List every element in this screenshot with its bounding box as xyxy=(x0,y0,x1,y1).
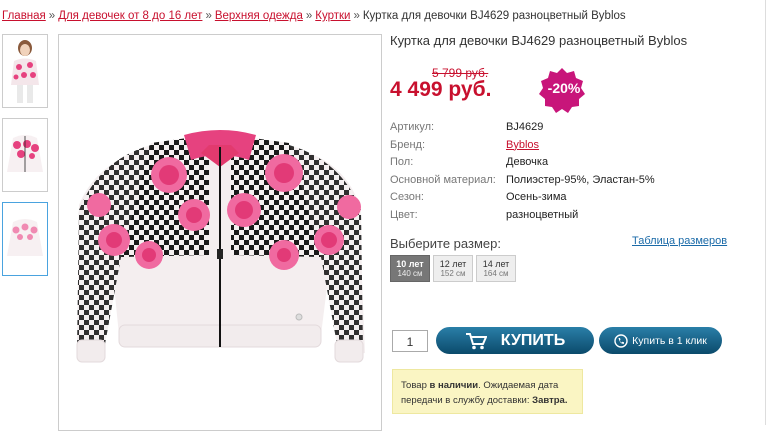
one-click-buy-button[interactable]: Купить в 1 клик xyxy=(599,327,722,354)
size-height: 164 см xyxy=(483,269,509,278)
size-option-14[interactable]: 14 лет 164 см xyxy=(476,255,516,282)
spec-row-season: Сезон: Осень-зима xyxy=(390,191,655,209)
breadcrumb-separator: » xyxy=(353,10,360,22)
product-specs: Артикул: BJ4629 Бренд: Byblos Пол: Девоч… xyxy=(390,121,655,226)
spec-label: Сезон: xyxy=(390,191,424,203)
spec-value: Девочка xyxy=(506,156,549,168)
right-border xyxy=(765,0,766,425)
buy-label: КУПИТЬ xyxy=(500,331,566,349)
breadcrumb: Главная» Для девочек от 8 до 16 лет» Верхн… xyxy=(2,10,626,22)
breadcrumb-separator: » xyxy=(205,10,212,22)
spec-row-material: Основной материал: Полиэстер-95%, Эласта… xyxy=(390,174,655,192)
brand-link[interactable]: Byblos xyxy=(506,139,539,157)
size-label: 10 лет xyxy=(396,259,424,269)
size-height: 152 см xyxy=(440,269,466,278)
delivery-date: Завтра. xyxy=(532,395,568,406)
size-options: 10 лет 140 см 12 лет 152 см 14 лет 164 с… xyxy=(390,255,516,282)
thumbnail-jacket-front[interactable] xyxy=(2,118,48,192)
size-selector-title: Выберите размер: xyxy=(390,236,501,251)
spec-row-article: Артикул: BJ4629 xyxy=(390,121,655,139)
spec-row-brand: Бренд: Byblos xyxy=(390,139,655,157)
size-height: 140 см xyxy=(397,269,423,278)
thumbnail-list xyxy=(2,34,50,286)
phone-icon xyxy=(614,333,628,348)
breadcrumb-link-girls[interactable]: Для девочек от 8 до 16 лет xyxy=(58,10,202,22)
size-table-link[interactable]: Таблица размеров xyxy=(632,235,727,247)
current-price: 4 499 руб. xyxy=(390,78,492,101)
product-title: Куртка для девочки BJ4629 разноцветный B… xyxy=(390,33,688,48)
buy-button[interactable]: КУПИТЬ xyxy=(436,327,594,354)
thumbnail-model[interactable] xyxy=(2,34,48,108)
size-option-12[interactable]: 12 лет 152 см xyxy=(433,255,473,282)
spec-value: BJ4629 xyxy=(506,121,544,133)
breadcrumb-link-home[interactable]: Главная xyxy=(2,10,46,22)
spec-value: Осень-зима xyxy=(506,191,567,203)
one-click-label: Купить в 1 клик xyxy=(632,334,707,347)
spec-label: Артикул: xyxy=(390,121,435,133)
size-option-10[interactable]: 10 лет 140 см xyxy=(390,255,430,282)
spec-value: Полиэстер-95%, Эластан-5% xyxy=(506,173,655,186)
stock-info: Товар в наличии. Ожидаемая дата передачи… xyxy=(392,369,583,414)
product-main-image[interactable] xyxy=(58,34,382,431)
spec-label: Цвет: xyxy=(390,208,418,221)
quantity-input[interactable]: 1 xyxy=(392,330,428,352)
stock-prefix: Товар xyxy=(401,380,430,391)
stock-status: в наличии xyxy=(429,380,479,391)
breadcrumb-link-jackets[interactable]: Куртки xyxy=(315,10,350,22)
spec-row-color: Цвет: разноцветный xyxy=(390,209,655,227)
spec-row-gender: Пол: Девочка xyxy=(390,156,655,174)
spec-label: Пол: xyxy=(390,156,414,168)
thumbnail-jacket-back[interactable] xyxy=(2,202,48,276)
spec-label: Бренд: xyxy=(390,138,426,151)
breadcrumb-current: Куртка для девочки BJ4629 разноцветный B… xyxy=(362,10,626,22)
breadcrumb-separator: » xyxy=(305,10,313,22)
cart-icon xyxy=(465,332,487,349)
breadcrumb-separator: » xyxy=(48,10,56,22)
size-label: 12 лет xyxy=(439,259,467,269)
spec-label: Основной материал: xyxy=(390,173,496,186)
size-label: 14 лет xyxy=(482,259,510,269)
spec-value: разноцветный xyxy=(506,208,579,221)
discount-badge: -20% xyxy=(547,80,581,96)
breadcrumb-link-outerwear[interactable]: Верхняя одежда xyxy=(215,10,303,22)
